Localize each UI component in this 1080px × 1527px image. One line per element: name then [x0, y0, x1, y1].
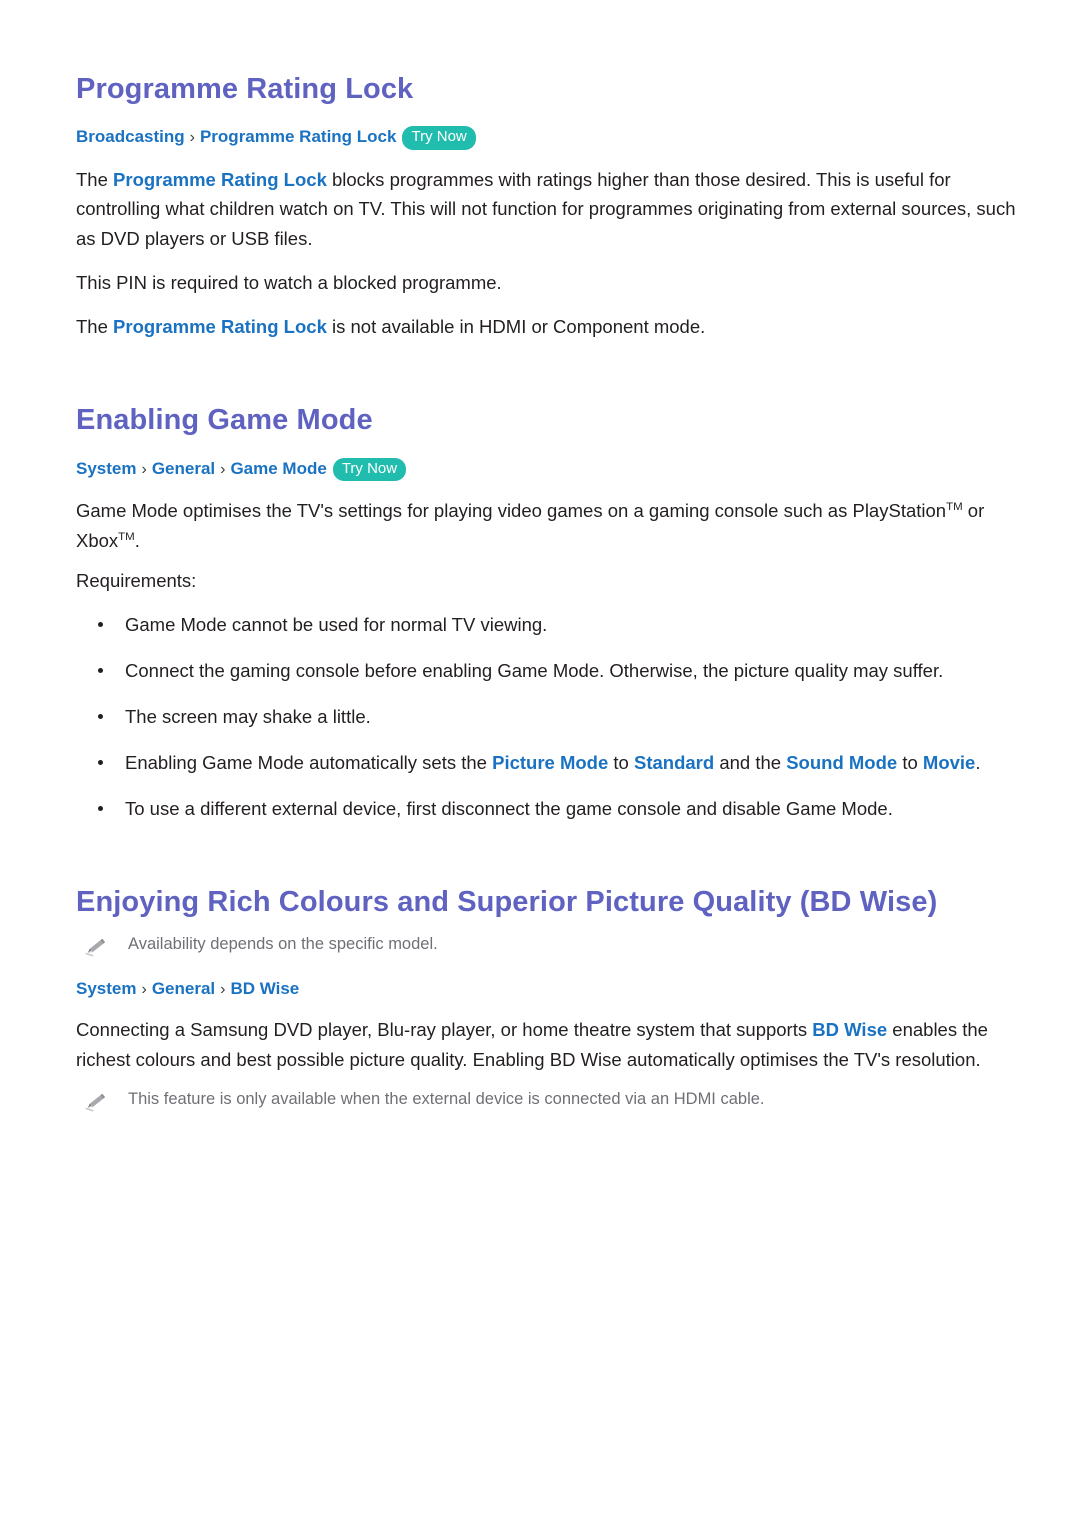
- bullet-icon: [98, 713, 103, 719]
- chevron-right-icon: ›: [141, 980, 147, 998]
- note-text: Availability depends on the specific mod…: [128, 934, 438, 953]
- text-fragment: The: [76, 168, 114, 190]
- text-fragment: Connecting a Samsung DVD player, Blu-ray…: [76, 1019, 813, 1041]
- text-fragment: and the: [714, 751, 787, 773]
- trademark-symbol: TM: [118, 530, 135, 543]
- keyword-picture-mode[interactable]: Picture Mode: [492, 752, 608, 773]
- breadcrumb-game-mode: System › General › Game Mode Try Now: [76, 457, 1020, 482]
- bullet-icon: [98, 621, 103, 627]
- breadcrumb-item-general[interactable]: General: [152, 979, 215, 998]
- keyword-standard[interactable]: Standard: [634, 752, 714, 773]
- keyword-sound-mode[interactable]: Sound Mode: [786, 752, 897, 773]
- keyword-bd-wise[interactable]: BD Wise: [812, 1019, 887, 1040]
- paragraph-rating-lock-description: The Programme Rating Lock blocks program…: [76, 165, 1020, 255]
- breadcrumb-item-system[interactable]: System: [76, 979, 136, 998]
- list-item: Enabling Game Mode automatically sets th…: [76, 748, 1020, 778]
- page-title: Programme Rating Lock: [76, 73, 414, 105]
- keyword-movie[interactable]: Movie: [923, 752, 975, 773]
- note-text: This feature is only available when the …: [128, 1090, 765, 1109]
- pencil-icon: [84, 1090, 110, 1114]
- list-item: The screen may shake a little.: [76, 702, 1020, 732]
- text-fragment: .: [975, 751, 981, 773]
- text-fragment: .: [134, 529, 140, 551]
- section-title-game-mode: Enabling Game Mode: [76, 404, 373, 437]
- trademark-symbol: TM: [946, 500, 963, 513]
- text-fragment: to: [608, 751, 634, 773]
- list-item: To use a different external device, firs…: [76, 794, 1020, 824]
- note-availability: Availability depends on the specific mod…: [76, 932, 1020, 959]
- text-fragment: Game Mode optimises the TV's settings fo…: [76, 499, 947, 521]
- breadcrumb-item-general[interactable]: General: [152, 459, 215, 478]
- chevron-right-icon: ›: [220, 460, 226, 478]
- label-requirements: Requirements:: [76, 569, 197, 591]
- bullet-icon: [98, 805, 103, 811]
- keyword-programme-rating-lock-2[interactable]: Programme Rating Lock: [113, 316, 327, 337]
- paragraph-hdmi-unavailable: The Programme Rating Lock is not availab…: [76, 312, 1020, 342]
- paragraph-pin-required: This PIN is required to watch a blocked …: [76, 272, 502, 294]
- section-title-bd-wise: Enjoying Rich Colours and Superior Pictu…: [76, 885, 938, 918]
- try-now-badge[interactable]: Try Now: [402, 126, 476, 150]
- list-item: Game Mode cannot be used for normal TV v…: [76, 610, 1020, 640]
- list-item-label: Game Mode cannot be used for normal TV v…: [125, 613, 548, 635]
- breadcrumb-bd-wise: System › General › BD Wise: [76, 977, 1020, 1001]
- chevron-right-icon: ›: [141, 460, 147, 478]
- breadcrumb-item-game-mode[interactable]: Game Mode: [230, 459, 326, 478]
- pencil-icon: [84, 935, 110, 959]
- breadcrumb-item-programme-rating-lock[interactable]: Programme Rating Lock: [200, 127, 397, 146]
- list-item-label: To use a different external device, firs…: [125, 797, 893, 819]
- text-fragment: Enabling Game Mode automatically sets th…: [125, 751, 493, 773]
- breadcrumb-item-system[interactable]: System: [76, 459, 136, 478]
- document-page: Programme Rating Lock Broadcasting › Progr…: [0, 0, 1080, 1527]
- list-item-label: Connect the gaming console before enabli…: [125, 659, 944, 681]
- requirements-list: Game Mode cannot be used for normal TV v…: [76, 610, 1020, 824]
- chevron-right-icon: ›: [220, 980, 226, 998]
- text-fragment: is not available in HDMI or Component mo…: [326, 316, 706, 338]
- breadcrumb: Broadcasting › Programme Rating Lock Try No…: [76, 125, 1020, 150]
- note-hdmi-cable: This feature is only available when the …: [76, 1087, 1020, 1114]
- section-enabling-game-mode: Enabling Game Mode System › General › Game M…: [76, 402, 1020, 823]
- text-fragment: to: [897, 751, 923, 773]
- list-item-label: Enabling Game Mode automatically sets th…: [125, 752, 980, 773]
- list-item-label: The screen may shake a little.: [125, 705, 371, 727]
- paragraph-bd-wise-description: Connecting a Samsung DVD player, Blu-ray…: [76, 1015, 1020, 1075]
- breadcrumb-item-bd-wise[interactable]: BD Wise: [230, 979, 299, 998]
- list-item: Connect the gaming console before enabli…: [76, 656, 1020, 686]
- bullet-icon: [98, 759, 103, 765]
- paragraph-game-mode-intro: Game Mode optimises the TV's settings fo…: [76, 496, 1020, 556]
- section-bd-wise: Enjoying Rich Colours and Superior Pictu…: [76, 884, 1020, 1115]
- bullet-icon: [98, 667, 103, 673]
- text-fragment: The: [76, 316, 114, 338]
- try-now-badge[interactable]: Try Now: [332, 457, 407, 481]
- keyword-programme-rating-lock[interactable]: Programme Rating Lock: [113, 169, 327, 190]
- chevron-right-icon: ›: [189, 129, 195, 147]
- breadcrumb-item-broadcasting[interactable]: Broadcasting: [76, 127, 185, 146]
- section-programme-rating-lock: Programme Rating Lock Broadcasting › Progr…: [76, 71, 1020, 342]
